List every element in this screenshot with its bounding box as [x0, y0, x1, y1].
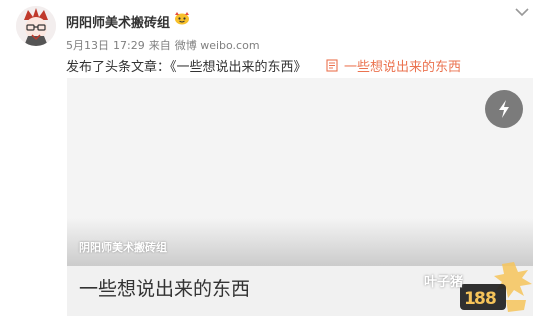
- cover-author: 阴阳师美术搬砖组: [79, 241, 167, 254]
- username[interactable]: 阴阳师美术搬砖组: [66, 12, 170, 31]
- post-source[interactable]: 微博 weibo.com: [175, 39, 260, 52]
- post-source-prefix: 来自: [148, 39, 171, 52]
- chevron-down-icon[interactable]: [514, 6, 530, 18]
- lightning-icon: [499, 100, 509, 118]
- lightning-button[interactable]: [485, 90, 523, 128]
- weibo-post: 阴阳师美术搬砖组 5月13日 17:29 来自 微博 weibo.com 发布了头条文…: [0, 0, 540, 316]
- post-time[interactable]: 17:29: [113, 39, 145, 52]
- watermark-text: 叶子猪: [424, 275, 464, 290]
- svg-text:8: 8: [485, 289, 497, 309]
- article-cover: 阴阳师美术搬砖组: [67, 78, 533, 266]
- document-icon: [326, 59, 338, 72]
- post-meta: 5月13日 17:29 来自 微博 weibo.com: [66, 37, 264, 53]
- avatar-illustration-icon: [16, 6, 56, 46]
- post-text: 发布了头条文章：《一些想说出来的东西》: [66, 60, 307, 75]
- post-date[interactable]: 5月13日: [66, 39, 109, 52]
- vip-badge-icon[interactable]: [174, 11, 190, 25]
- article-link-label: 一些想说出来的东西: [344, 60, 462, 75]
- avatar[interactable]: [16, 6, 56, 46]
- article-card-title: 一些想说出来的东西: [79, 278, 251, 300]
- article-link[interactable]: 一些想说出来的东西: [326, 56, 461, 75]
